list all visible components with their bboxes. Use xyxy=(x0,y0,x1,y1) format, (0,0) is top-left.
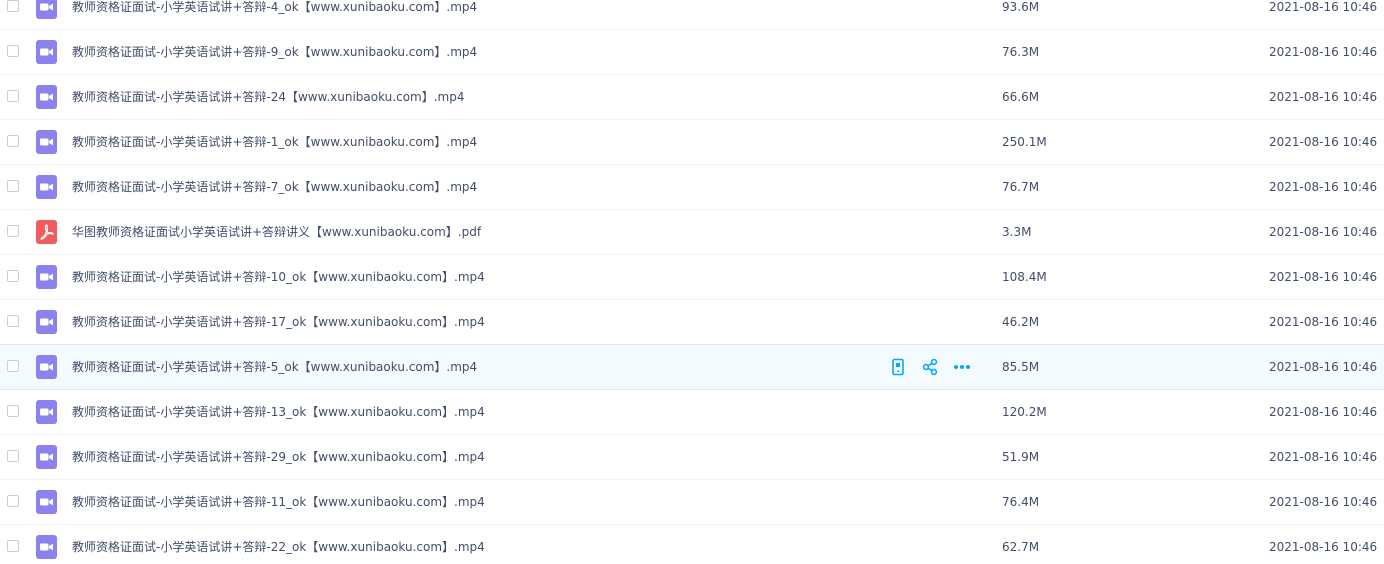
pdf-icon xyxy=(36,220,57,244)
row-checkbox[interactable] xyxy=(7,45,19,57)
video-icon xyxy=(36,535,57,559)
file-modified-date: 2021-08-16 10:46 xyxy=(1269,90,1378,104)
file-row[interactable]: 教师资格证面试-小学英语试讲+答辩-7_ok【www.xunibaoku.com… xyxy=(0,165,1384,210)
file-name-link[interactable]: 教师资格证面试-小学英语试讲+答辩-11_ok【www.xunibaoku.co… xyxy=(72,480,485,524)
file-size: 120.2M xyxy=(1002,405,1047,419)
file-modified-date: 2021-08-16 10:46 xyxy=(1269,360,1378,374)
file-name-link[interactable]: 教师资格证面试-小学英语试讲+答辩-9_ok【www.xunibaoku.com… xyxy=(72,30,477,74)
file-row[interactable]: 教师资格证面试-小学英语试讲+答辩-17_ok【www.xunibaoku.co… xyxy=(0,300,1384,345)
row-checkbox[interactable] xyxy=(7,315,19,327)
file-name-link[interactable]: 教师资格证面试-小学英语试讲+答辩-17_ok【www.xunibaoku.co… xyxy=(72,300,485,344)
file-modified-date: 2021-08-16 10:46 xyxy=(1269,405,1378,419)
row-checkbox[interactable] xyxy=(7,540,19,552)
row-checkbox[interactable] xyxy=(7,450,19,462)
file-size: 46.2M xyxy=(1002,315,1040,329)
video-icon xyxy=(36,355,57,379)
file-row[interactable]: 教师资格证面试-小学英语试讲+答辩-4_ok【www.xunibaoku.com… xyxy=(0,0,1384,30)
file-size: 66.6M xyxy=(1002,90,1040,104)
file-size: 76.7M xyxy=(1002,180,1040,194)
file-row[interactable]: 教师资格证面试-小学英语试讲+答辩-11_ok【www.xunibaoku.co… xyxy=(0,480,1384,525)
video-icon xyxy=(36,490,57,514)
file-modified-date: 2021-08-16 10:46 xyxy=(1269,135,1378,149)
file-row[interactable]: 教师资格证面试-小学英语试讲+答辩-9_ok【www.xunibaoku.com… xyxy=(0,30,1384,75)
file-size: 250.1M xyxy=(1002,135,1047,149)
file-modified-date: 2021-08-16 10:46 xyxy=(1269,45,1378,59)
row-checkbox[interactable] xyxy=(7,180,19,192)
file-size: 3.3M xyxy=(1002,225,1032,239)
file-modified-date: 2021-08-16 10:46 xyxy=(1269,450,1378,464)
video-icon xyxy=(36,0,57,19)
row-checkbox[interactable] xyxy=(7,135,19,147)
file-row[interactable]: 教师资格证面试-小学英语试讲+答辩-22_ok【www.xunibaoku.co… xyxy=(0,525,1384,564)
video-icon xyxy=(36,310,57,334)
file-modified-date: 2021-08-16 10:46 xyxy=(1269,270,1378,284)
file-name-link[interactable]: 教师资格证面试-小学英语试讲+答辩-7_ok【www.xunibaoku.com… xyxy=(72,165,477,209)
file-size: 93.6M xyxy=(1002,0,1040,14)
file-modified-date: 2021-08-16 10:46 xyxy=(1269,225,1378,239)
video-icon xyxy=(36,175,57,199)
file-name-link[interactable]: 教师资格证面试-小学英语试讲+答辩-10_ok【www.xunibaoku.co… xyxy=(72,255,485,299)
file-list: 教师资格证面试-小学英语试讲+答辩-4_ok【www.xunibaoku.com… xyxy=(0,0,1384,564)
file-row[interactable]: 教师资格证面试-小学英语试讲+答辩-13_ok【www.xunibaoku.co… xyxy=(0,390,1384,435)
file-row[interactable]: 教师资格证面试-小学英语试讲+答辩-24【www.xunibaoku.com】.… xyxy=(0,75,1384,120)
row-checkbox[interactable] xyxy=(7,495,19,507)
video-icon xyxy=(36,265,57,289)
row-checkbox[interactable] xyxy=(7,270,19,282)
row-checkbox[interactable] xyxy=(7,0,19,12)
video-icon xyxy=(36,40,57,64)
video-icon xyxy=(36,130,57,154)
file-name-link[interactable]: 教师资格证面试-小学英语试讲+答辩-29_ok【www.xunibaoku.co… xyxy=(72,435,485,479)
file-modified-date: 2021-08-16 10:46 xyxy=(1269,315,1378,329)
file-size: 51.9M xyxy=(1002,450,1040,464)
video-icon xyxy=(36,400,57,424)
file-size: 76.4M xyxy=(1002,495,1040,509)
more-icon[interactable] xyxy=(952,357,972,377)
file-modified-date: 2021-08-16 10:46 xyxy=(1269,0,1378,14)
file-size: 108.4M xyxy=(1002,270,1047,284)
file-row[interactable]: 教师资格证面试-小学英语试讲+答辩-5_ok【www.xunibaoku.com… xyxy=(0,344,1384,390)
file-size: 85.5M xyxy=(1002,360,1040,374)
share-icon[interactable] xyxy=(920,357,940,377)
file-row[interactable]: 华图教师资格证面试小学英语试讲+答辩讲义【www.xunibaoku.com】.… xyxy=(0,210,1384,255)
row-checkbox[interactable] xyxy=(7,405,19,417)
file-modified-date: 2021-08-16 10:46 xyxy=(1269,540,1378,554)
file-name-link[interactable]: 华图教师资格证面试小学英语试讲+答辩讲义【www.xunibaoku.com】.… xyxy=(72,210,481,254)
video-icon xyxy=(36,85,57,109)
row-checkbox[interactable] xyxy=(7,90,19,102)
file-name-link[interactable]: 教师资格证面试-小学英语试讲+答辩-1_ok【www.xunibaoku.com… xyxy=(72,120,477,164)
file-row[interactable]: 教师资格证面试-小学英语试讲+答辩-29_ok【www.xunibaoku.co… xyxy=(0,435,1384,480)
row-checkbox[interactable] xyxy=(7,225,19,237)
video-icon xyxy=(36,445,57,469)
file-name-link[interactable]: 教师资格证面试-小学英语试讲+答辩-13_ok【www.xunibaoku.co… xyxy=(72,390,485,434)
file-name-link[interactable]: 教师资格证面试-小学英语试讲+答辩-4_ok【www.xunibaoku.com… xyxy=(72,0,477,29)
file-row[interactable]: 教师资格证面试-小学英语试讲+答辩-10_ok【www.xunibaoku.co… xyxy=(0,255,1384,300)
file-modified-date: 2021-08-16 10:46 xyxy=(1269,180,1378,194)
file-size: 62.7M xyxy=(1002,540,1040,554)
file-name-link[interactable]: 教师资格证面试-小学英语试讲+答辩-24【www.xunibaoku.com】.… xyxy=(72,75,465,119)
file-name-link[interactable]: 教师资格证面试-小学英语试讲+答辩-22_ok【www.xunibaoku.co… xyxy=(72,525,485,564)
phone-icon[interactable] xyxy=(888,357,908,377)
file-modified-date: 2021-08-16 10:46 xyxy=(1269,495,1378,509)
file-name-link[interactable]: 教师资格证面试-小学英语试讲+答辩-5_ok【www.xunibaoku.com… xyxy=(72,345,477,389)
row-checkbox[interactable] xyxy=(7,360,19,372)
file-row[interactable]: 教师资格证面试-小学英语试讲+答辩-1_ok【www.xunibaoku.com… xyxy=(0,120,1384,165)
file-size: 76.3M xyxy=(1002,45,1040,59)
